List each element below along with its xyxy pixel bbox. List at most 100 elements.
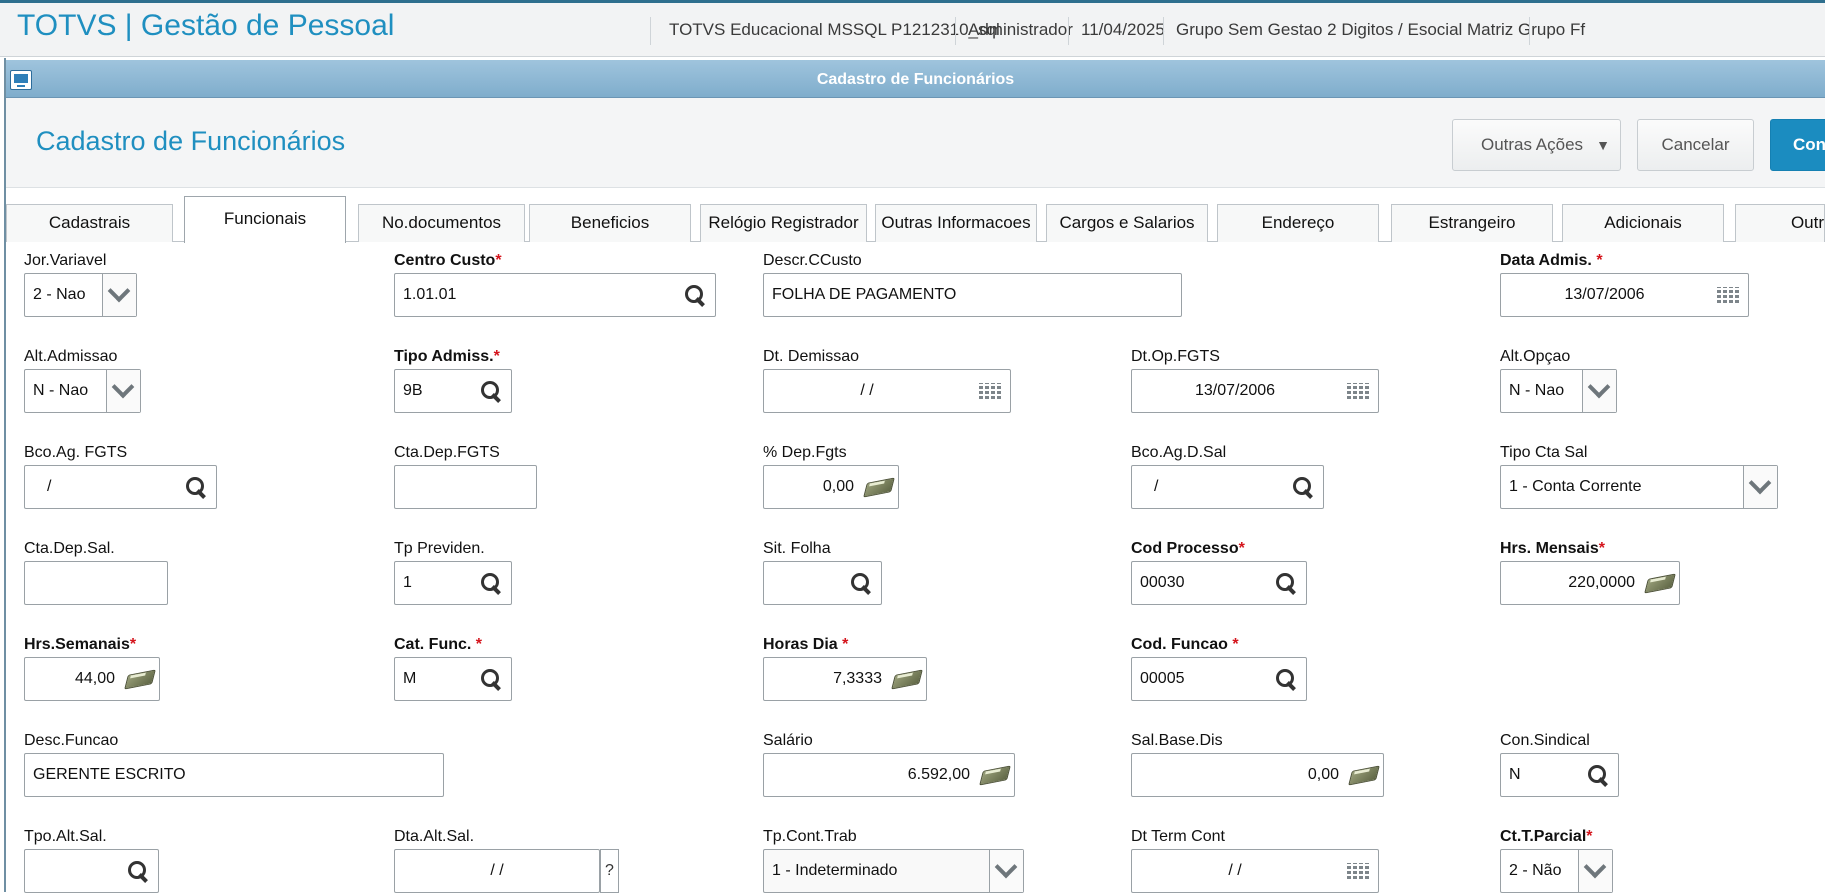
tab-endereco[interactable]: Endereço	[1217, 204, 1379, 242]
descr-ccusto-field[interactable]: FOLHA DE PAGAMENTO	[763, 273, 1182, 317]
calculator-icon[interactable]	[858, 466, 896, 508]
tipo-admiss-label: Tipo Admiss.*	[394, 348, 500, 365]
other-actions-button[interactable]: Outras Ações ▼	[1452, 119, 1621, 171]
calculator-icon[interactable]	[1343, 754, 1381, 796]
calculator-icon[interactable]	[886, 658, 924, 700]
hrs-semanais-label: Hrs.Semanais*	[24, 636, 137, 653]
calendar-icon[interactable]	[1338, 850, 1376, 892]
data-admis-field[interactable]: 13/07/2006	[1500, 273, 1749, 317]
search-icon[interactable]	[675, 274, 713, 316]
bco-ag-d-sal-value: /	[1154, 478, 1159, 495]
bco-ag-d-sal-label: Bco.Ag.D.Sal	[1131, 444, 1227, 461]
sit-folha-field[interactable]	[763, 561, 882, 605]
alt-admissao-select[interactable]: N - Nao	[24, 369, 141, 413]
calculator-icon[interactable]	[974, 754, 1012, 796]
dt-demissao-label: Dt. Demissao	[763, 348, 860, 365]
bco-ag-fgts-field[interactable]: /	[24, 465, 217, 509]
dt-term-cont-value: / /	[1228, 862, 1242, 879]
con-sindical-label: Con.Sindical	[1500, 732, 1590, 749]
sal-base-dis-field[interactable]: 0,00	[1131, 753, 1384, 797]
tab-relogio-registrador[interactable]: Relógio Registrador	[700, 204, 867, 242]
dta-alt-sal-value: / /	[490, 862, 504, 879]
search-icon[interactable]	[1266, 562, 1304, 604]
chevron-down-icon[interactable]	[1743, 466, 1777, 508]
cancel-button[interactable]: Cancelar	[1637, 119, 1754, 171]
calculator-icon[interactable]	[1639, 562, 1677, 604]
dt-term-cont-field[interactable]: / /	[1131, 849, 1379, 893]
search-icon[interactable]	[1266, 658, 1304, 700]
tab-estrangeiro[interactable]: Estrangeiro	[1391, 204, 1553, 242]
hrs-mensais-label: Hrs. Mensais*	[1500, 540, 1605, 557]
cta-dep-sal-field[interactable]	[24, 561, 168, 605]
top-bar: TOTVS | Gestão de Pessoal TOTVS Educacio…	[0, 0, 1825, 57]
dt-demissao-value: / /	[860, 382, 874, 399]
tipo-cta-sal-select[interactable]: 1 - Conta Corrente	[1500, 465, 1778, 509]
tab-beneficios[interactable]: Beneficios	[529, 204, 691, 242]
chevron-down-icon[interactable]	[102, 274, 136, 316]
tab-outras-informacoes[interactable]: Outras Informacoes	[875, 204, 1037, 242]
search-icon[interactable]	[176, 466, 214, 508]
desc-funcao-label: Desc.Funcao	[24, 732, 119, 749]
centro-custo-field[interactable]: 1.01.01	[394, 273, 716, 317]
tab-cadastrais[interactable]: Cadastrais	[6, 204, 173, 242]
desc-funcao-field[interactable]: GERENTE ESCRITO	[24, 753, 444, 797]
search-icon[interactable]	[1578, 754, 1616, 796]
calendar-icon[interactable]	[1338, 370, 1376, 412]
cat-func-label: Cat. Func. *	[394, 636, 483, 653]
search-icon[interactable]	[471, 658, 509, 700]
pct-dep-fgts-field[interactable]: 0,00	[763, 465, 899, 509]
alt-opcao-value: N - Nao	[1509, 382, 1565, 399]
cta-dep-fgts-field[interactable]	[394, 465, 537, 509]
other-actions-label: Outras Ações	[1481, 135, 1584, 154]
salario-label: Salário	[763, 732, 813, 749]
app-title: TOTVS | Gestão de Pessoal	[17, 9, 395, 42]
dt-demissao-field[interactable]: / /	[763, 369, 1011, 413]
dta-alt-sal-field[interactable]: / /	[394, 849, 600, 893]
tab-funcionais[interactable]: Funcionais	[184, 196, 346, 243]
calculator-icon[interactable]	[119, 658, 157, 700]
search-icon[interactable]	[118, 850, 156, 892]
calendar-icon[interactable]	[970, 370, 1008, 412]
cod-funcao-field[interactable]: 00005	[1131, 657, 1307, 701]
top-separator	[955, 17, 956, 45]
search-icon[interactable]	[1283, 466, 1321, 508]
tab-cargos-e-salarios[interactable]: Cargos e Salarios	[1046, 204, 1208, 242]
company-info[interactable]: Grupo Sem Gestao 2 Digitos / Esocial Mat…	[1176, 20, 1585, 40]
tab-adicionais[interactable]: Adicionais	[1562, 204, 1724, 242]
calendar-icon[interactable]	[1708, 274, 1746, 316]
tipo-admiss-field[interactable]: 9B	[394, 369, 512, 413]
chevron-down-icon[interactable]	[1582, 370, 1616, 412]
sit-folha-label: Sit. Folha	[763, 540, 831, 557]
con-sindical-field[interactable]: N	[1500, 753, 1619, 797]
chevron-down-icon[interactable]	[1578, 850, 1612, 892]
cta-dep-fgts-label: Cta.Dep.FGTS	[394, 444, 500, 461]
cat-func-field[interactable]: M	[394, 657, 512, 701]
dt-term-cont-label: Dt Term Cont	[1131, 828, 1225, 845]
chevron-down-icon[interactable]	[106, 370, 140, 412]
confirm-button[interactable]: Con	[1770, 119, 1825, 171]
cod-processo-field[interactable]: 00030	[1131, 561, 1307, 605]
help-button[interactable]: ?	[600, 849, 619, 893]
tab-no-documentos[interactable]: No.documentos	[358, 204, 525, 242]
alt-opcao-select[interactable]: N - Nao	[1500, 369, 1617, 413]
user-info: Administrador	[968, 20, 1073, 39]
tipo-cta-sal-label: Tipo Cta Sal	[1500, 444, 1588, 461]
tpo-alt-sal-field[interactable]	[24, 849, 159, 893]
horas-dia-value: 7,3333	[833, 670, 882, 687]
search-icon[interactable]	[471, 370, 509, 412]
salario-field[interactable]: 6.592,00	[763, 753, 1015, 797]
tab-outros[interactable]: Outr	[1735, 204, 1825, 242]
bco-ag-d-sal-field[interactable]: /	[1131, 465, 1324, 509]
tp-previden-field[interactable]: 1	[394, 561, 512, 605]
ct-t-parcial-select[interactable]: 2 - Não	[1500, 849, 1613, 893]
hrs-mensais-field[interactable]: 220,0000	[1500, 561, 1680, 605]
search-icon[interactable]	[841, 562, 879, 604]
search-icon[interactable]	[471, 562, 509, 604]
dt-op-fgts-field[interactable]: 13/07/2006	[1131, 369, 1379, 413]
horas-dia-field[interactable]: 7,3333	[763, 657, 927, 701]
tp-cont-trab-select[interactable]: 1 - Indeterminado	[763, 849, 1024, 893]
chevron-down-icon[interactable]	[989, 850, 1023, 892]
hrs-semanais-field[interactable]: 44,00	[24, 657, 160, 701]
jor-variavel-select[interactable]: 2 - Nao	[24, 273, 137, 317]
tipo-admiss-value: 9B	[403, 382, 423, 399]
